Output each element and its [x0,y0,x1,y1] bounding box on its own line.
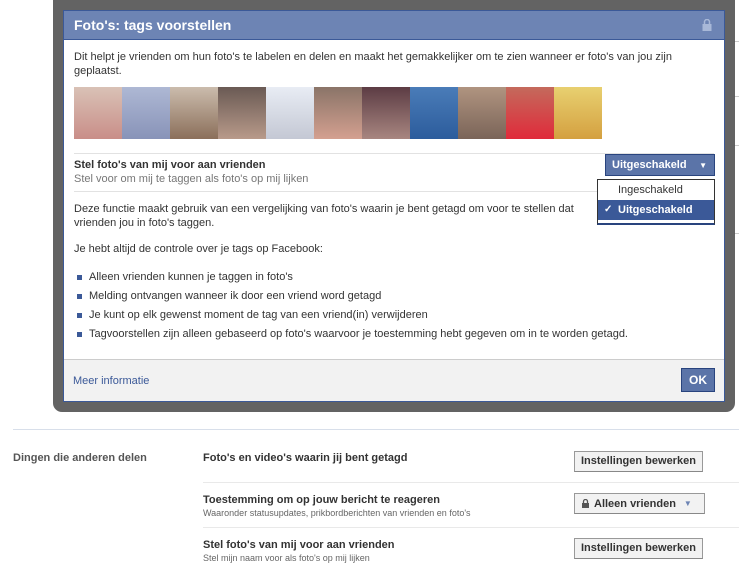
face-thumbnail [218,87,266,139]
list-item: Alleen vrienden kunnen je taggen in foto… [74,268,714,287]
option-label: Uitgeschakeld [618,204,693,216]
option-label: Ingeschakeld [618,184,683,196]
face-thumbnail [314,87,362,139]
option-enabled[interactable]: Ingeschakeld [598,180,714,200]
edit-settings-button[interactable]: Instellingen bewerken [574,451,703,472]
select-dropdown-menu: Ingeschakeld ✓ Uitgeschakeld [597,179,715,225]
tag-suggestions-dialog: Foto's: tags voorstellen Dit helpt je vr… [63,10,725,402]
list-item-text: Alleen vrienden kunnen je taggen in foto… [89,271,293,283]
tag-suggestion-select[interactable]: Uitgeschakeld ▼ [605,154,715,176]
lock-icon [582,499,589,508]
face-thumbnail [458,87,506,139]
feature-description: Deze functie maakt gebruik van een verge… [74,203,574,229]
list-item-text: Tagvoorstellen zijn alleen gebaseerd op … [89,328,628,340]
row-divider [203,527,739,528]
bullet-icon [77,313,82,318]
ok-button[interactable]: OK [681,368,715,392]
face-thumbnail [506,87,554,139]
section-label: Dingen die anderen delen [13,452,147,464]
face-thumbnail [74,87,122,139]
bullet-icon [77,294,82,299]
privacy-select-label: Alleen vrienden [594,498,676,510]
select-value: Uitgeschakeld [612,159,687,171]
face-thumbnail [266,87,314,139]
face-thumbnail [554,87,602,139]
more-info-link[interactable]: Meer informatie [73,375,149,387]
dialog-footer: Meer informatie OK [64,359,724,401]
face-thumbnail [410,87,458,139]
section-divider [13,429,739,430]
check-icon: ✓ [604,204,613,215]
face-thumbnail [170,87,218,139]
option-disabled[interactable]: ✓ Uitgeschakeld [598,200,714,220]
face-thumbnail [122,87,170,139]
dialog-title-bar: Foto's: tags voorstellen [64,11,724,40]
bullet-icon [77,332,82,337]
control-bullet-list: Alleen vrienden kunnen je taggen in foto… [74,268,714,344]
bullet-icon [77,275,82,280]
list-item: Melding ontvangen wanneer ik door een vr… [74,287,714,306]
lock-icon [702,19,712,31]
row-divider [203,482,739,483]
control-intro: Je hebt altijd de controle over je tags … [74,243,323,255]
list-item-text: Je kunt op elk gewenst moment de tag van… [89,309,428,321]
list-item-text: Melding ontvangen wanneer ik door een vr… [89,290,382,302]
chevron-down-icon: ▼ [699,161,707,170]
list-item: Je kunt op elk gewenst moment de tag van… [74,306,714,325]
face-thumbnail [362,87,410,139]
chevron-down-icon: ▼ [683,499,692,508]
edit-settings-button[interactable]: Instellingen bewerken [574,538,703,559]
intro-text: Dit helpt je vrienden om hun foto's te l… [74,51,672,77]
blurred-faces-strip [74,87,602,139]
privacy-select-button[interactable]: Alleen vrienden ▼ [574,493,705,514]
list-item: Tagvoorstellen zijn alleen gebaseerd op … [74,325,714,344]
dialog-title: Foto's: tags voorstellen [74,17,232,33]
